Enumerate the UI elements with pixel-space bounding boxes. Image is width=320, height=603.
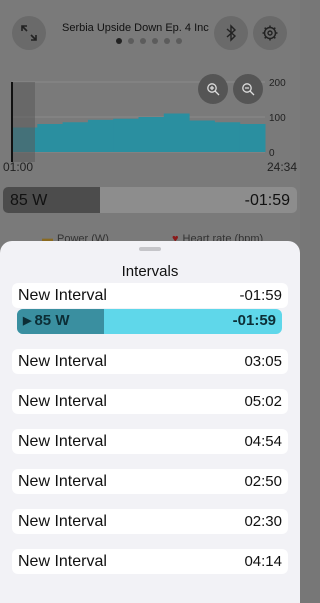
interval-name: New Interval (18, 286, 107, 304)
power-chart[interactable]: 200 100 0 (0, 72, 300, 162)
interval-time: 02:50 (244, 473, 282, 490)
zoom-in-button[interactable] (198, 74, 228, 104)
gear-icon (262, 25, 278, 41)
expand-button[interactable] (12, 16, 46, 50)
timeline-end: 24:34 (266, 160, 297, 174)
chart-bar (189, 120, 215, 152)
page-dot[interactable] (140, 38, 146, 44)
play-icon: ▶ (23, 315, 32, 327)
chart-bar (113, 118, 139, 152)
bluetooth-button[interactable] (214, 16, 248, 50)
current-interval-label: 85 W (10, 192, 48, 209)
chart-bar (239, 124, 266, 152)
interval-row[interactable]: New Interval 02:50 (12, 469, 288, 494)
page-dot[interactable] (176, 38, 182, 44)
interval-name: New Interval (18, 512, 107, 530)
chart-bar (37, 124, 64, 152)
workout-title: Serbia Upside Down Ep. 4 Inc (62, 22, 209, 34)
chart-bar (62, 122, 89, 152)
chart-bar (163, 113, 190, 152)
current-window (11, 82, 35, 162)
interval-row[interactable]: New Interval 04:54 (12, 429, 288, 454)
interval-time: 02:30 (244, 513, 282, 530)
interval-name: New Interval (18, 552, 107, 570)
interval-row[interactable]: New Interval 05:02 (12, 389, 288, 414)
expand-icon (21, 25, 37, 41)
bluetooth-icon (226, 24, 237, 42)
y-tick-label: 200 (269, 78, 286, 89)
y-tick-label: 0 (269, 148, 275, 159)
interval-name: New Interval (18, 352, 107, 370)
step-label-group: ▶ 85 W (23, 312, 69, 329)
interval-step-progress[interactable]: ▶ 85 W -01:59 (17, 309, 282, 334)
chart-bar (214, 122, 241, 152)
intervals-sheet[interactable]: Intervals New Interval -01:59 ▶ 85 W -01… (0, 241, 300, 603)
page-dots[interactable] (116, 38, 182, 44)
sheet-title: Intervals (121, 263, 179, 280)
zoom-out-icon (242, 83, 255, 96)
page-dot[interactable] (152, 38, 158, 44)
interval-name: New Interval (18, 392, 107, 410)
current-interval-bar[interactable]: 85 W -01:59 (3, 187, 297, 213)
interval-name: New Interval (18, 432, 107, 450)
step-label: 85 W (34, 312, 70, 329)
interval-row[interactable]: New Interval 04:14 (12, 549, 288, 574)
interval-time: -01:59 (239, 287, 282, 304)
page-dot[interactable] (128, 38, 134, 44)
zoom-in-icon (207, 83, 220, 96)
current-interval-remaining: -01:59 (244, 192, 290, 209)
chart-bar (138, 117, 165, 152)
interval-row-active[interactable]: New Interval -01:59 (12, 283, 288, 308)
settings-button[interactable] (253, 16, 287, 50)
page-dot[interactable] (164, 38, 170, 44)
timeline-start: 01:00 (3, 160, 34, 174)
zoom-out-button[interactable] (233, 74, 263, 104)
step-time: -01:59 (232, 312, 276, 329)
chart-bar (87, 119, 114, 152)
interval-time: 04:54 (244, 433, 282, 450)
interval-row[interactable]: New Interval 03:05 (12, 349, 288, 374)
interval-row[interactable]: New Interval 02:30 (12, 509, 288, 534)
page-dot[interactable] (116, 38, 122, 44)
sheet-handle[interactable] (139, 247, 161, 251)
interval-name: New Interval (18, 472, 107, 490)
interval-time: 04:14 (244, 553, 282, 570)
interval-time: 05:02 (244, 393, 282, 410)
interval-time: 03:05 (244, 353, 282, 370)
y-tick-label: 100 (269, 113, 286, 124)
